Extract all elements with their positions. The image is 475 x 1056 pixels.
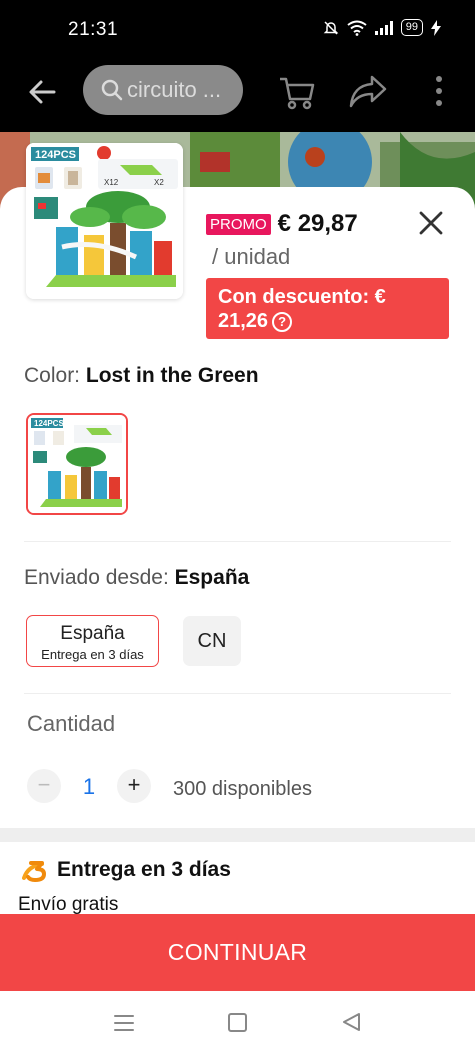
swatch-badge: 124PCS — [34, 419, 64, 428]
quantity-increase-button[interactable]: + — [117, 769, 151, 803]
image-count-a: X12 — [104, 178, 119, 187]
charging-bolt-icon — [431, 19, 441, 36]
ship-option-cn[interactable]: CN — [183, 616, 241, 666]
quantity-value[interactable]: 1 — [80, 774, 98, 800]
price-row: PROMO € 29,87 — [206, 210, 358, 238]
section-separator — [0, 828, 475, 842]
search-text: circuito ... — [127, 77, 222, 102]
share-icon[interactable] — [348, 73, 388, 109]
wifi-icon — [347, 20, 367, 36]
shipping-label: Enviado desde: España — [24, 566, 249, 590]
delivery-title-text: Entrega en 3 días — [57, 858, 231, 881]
color-label: Color: Lost in the Green — [24, 364, 259, 388]
mute-bell-icon — [323, 20, 339, 35]
discount-line-2: 21,26 — [218, 310, 269, 332]
search-input[interactable]: circuito ... — [83, 65, 243, 115]
system-back-icon[interactable] — [340, 1011, 362, 1033]
price: € 29,87 — [277, 210, 358, 237]
battery-indicator: 99 — [400, 19, 423, 36]
ship-option-spain-sub: Entrega en 3 días — [41, 647, 144, 662]
quantity-label: Cantidad — [27, 711, 116, 736]
status-icons: 99 — [323, 19, 441, 36]
system-nav-bar — [0, 991, 475, 1056]
product-image: 124PCS X12 X2 — [26, 143, 183, 299]
ship-option-spain-name: España — [60, 623, 125, 644]
color-key: Color: — [24, 364, 81, 387]
price-unit: / unidad — [212, 244, 291, 269]
signal-icon — [374, 20, 393, 35]
stock-available: 300 disponibles — [173, 778, 312, 800]
delivery-title: Entrega en 3 días — [22, 858, 231, 882]
promo-badge: PROMO — [206, 213, 271, 235]
cart-icon[interactable] — [277, 71, 317, 111]
discount-banner[interactable]: Con descuento: € 21,26? — [206, 278, 449, 339]
ship-option-spain[interactable]: España Entrega en 3 días — [26, 615, 159, 667]
continue-button[interactable]: CONTINUAR — [0, 914, 475, 991]
delivery-3-days-icon — [22, 861, 46, 882]
more-vertical-icon[interactable] — [428, 74, 450, 108]
search-icon — [101, 79, 123, 101]
image-count-b: X2 — [154, 178, 164, 187]
info-icon[interactable]: ? — [272, 311, 293, 332]
home-icon[interactable] — [228, 1013, 247, 1032]
status-time: 21:31 — [68, 19, 119, 40]
close-icon[interactable] — [418, 210, 444, 236]
recent-apps-icon[interactable] — [113, 1013, 135, 1033]
discount-line-1: Con descuento: € — [218, 286, 386, 308]
image-badge: 124PCS — [35, 149, 76, 161]
back-arrow-icon[interactable] — [26, 76, 58, 108]
app-header: circuito ... — [0, 58, 475, 132]
divider — [24, 541, 451, 542]
quantity-decrease-button[interactable]: − — [27, 769, 61, 803]
shipping-key: Enviado desde: — [24, 566, 169, 589]
free-shipping-text: Envío gratis — [18, 894, 119, 915]
color-value: Lost in the Green — [85, 364, 259, 387]
product-thumbnail[interactable]: 124PCS X12 X2 — [26, 143, 183, 299]
shipping-value: España — [174, 566, 250, 589]
status-bar: 21:31 99 — [0, 0, 475, 58]
divider — [24, 693, 451, 694]
color-option-swatch[interactable]: 124PCS — [26, 413, 128, 515]
color-option-image: 124PCS — [28, 415, 126, 513]
